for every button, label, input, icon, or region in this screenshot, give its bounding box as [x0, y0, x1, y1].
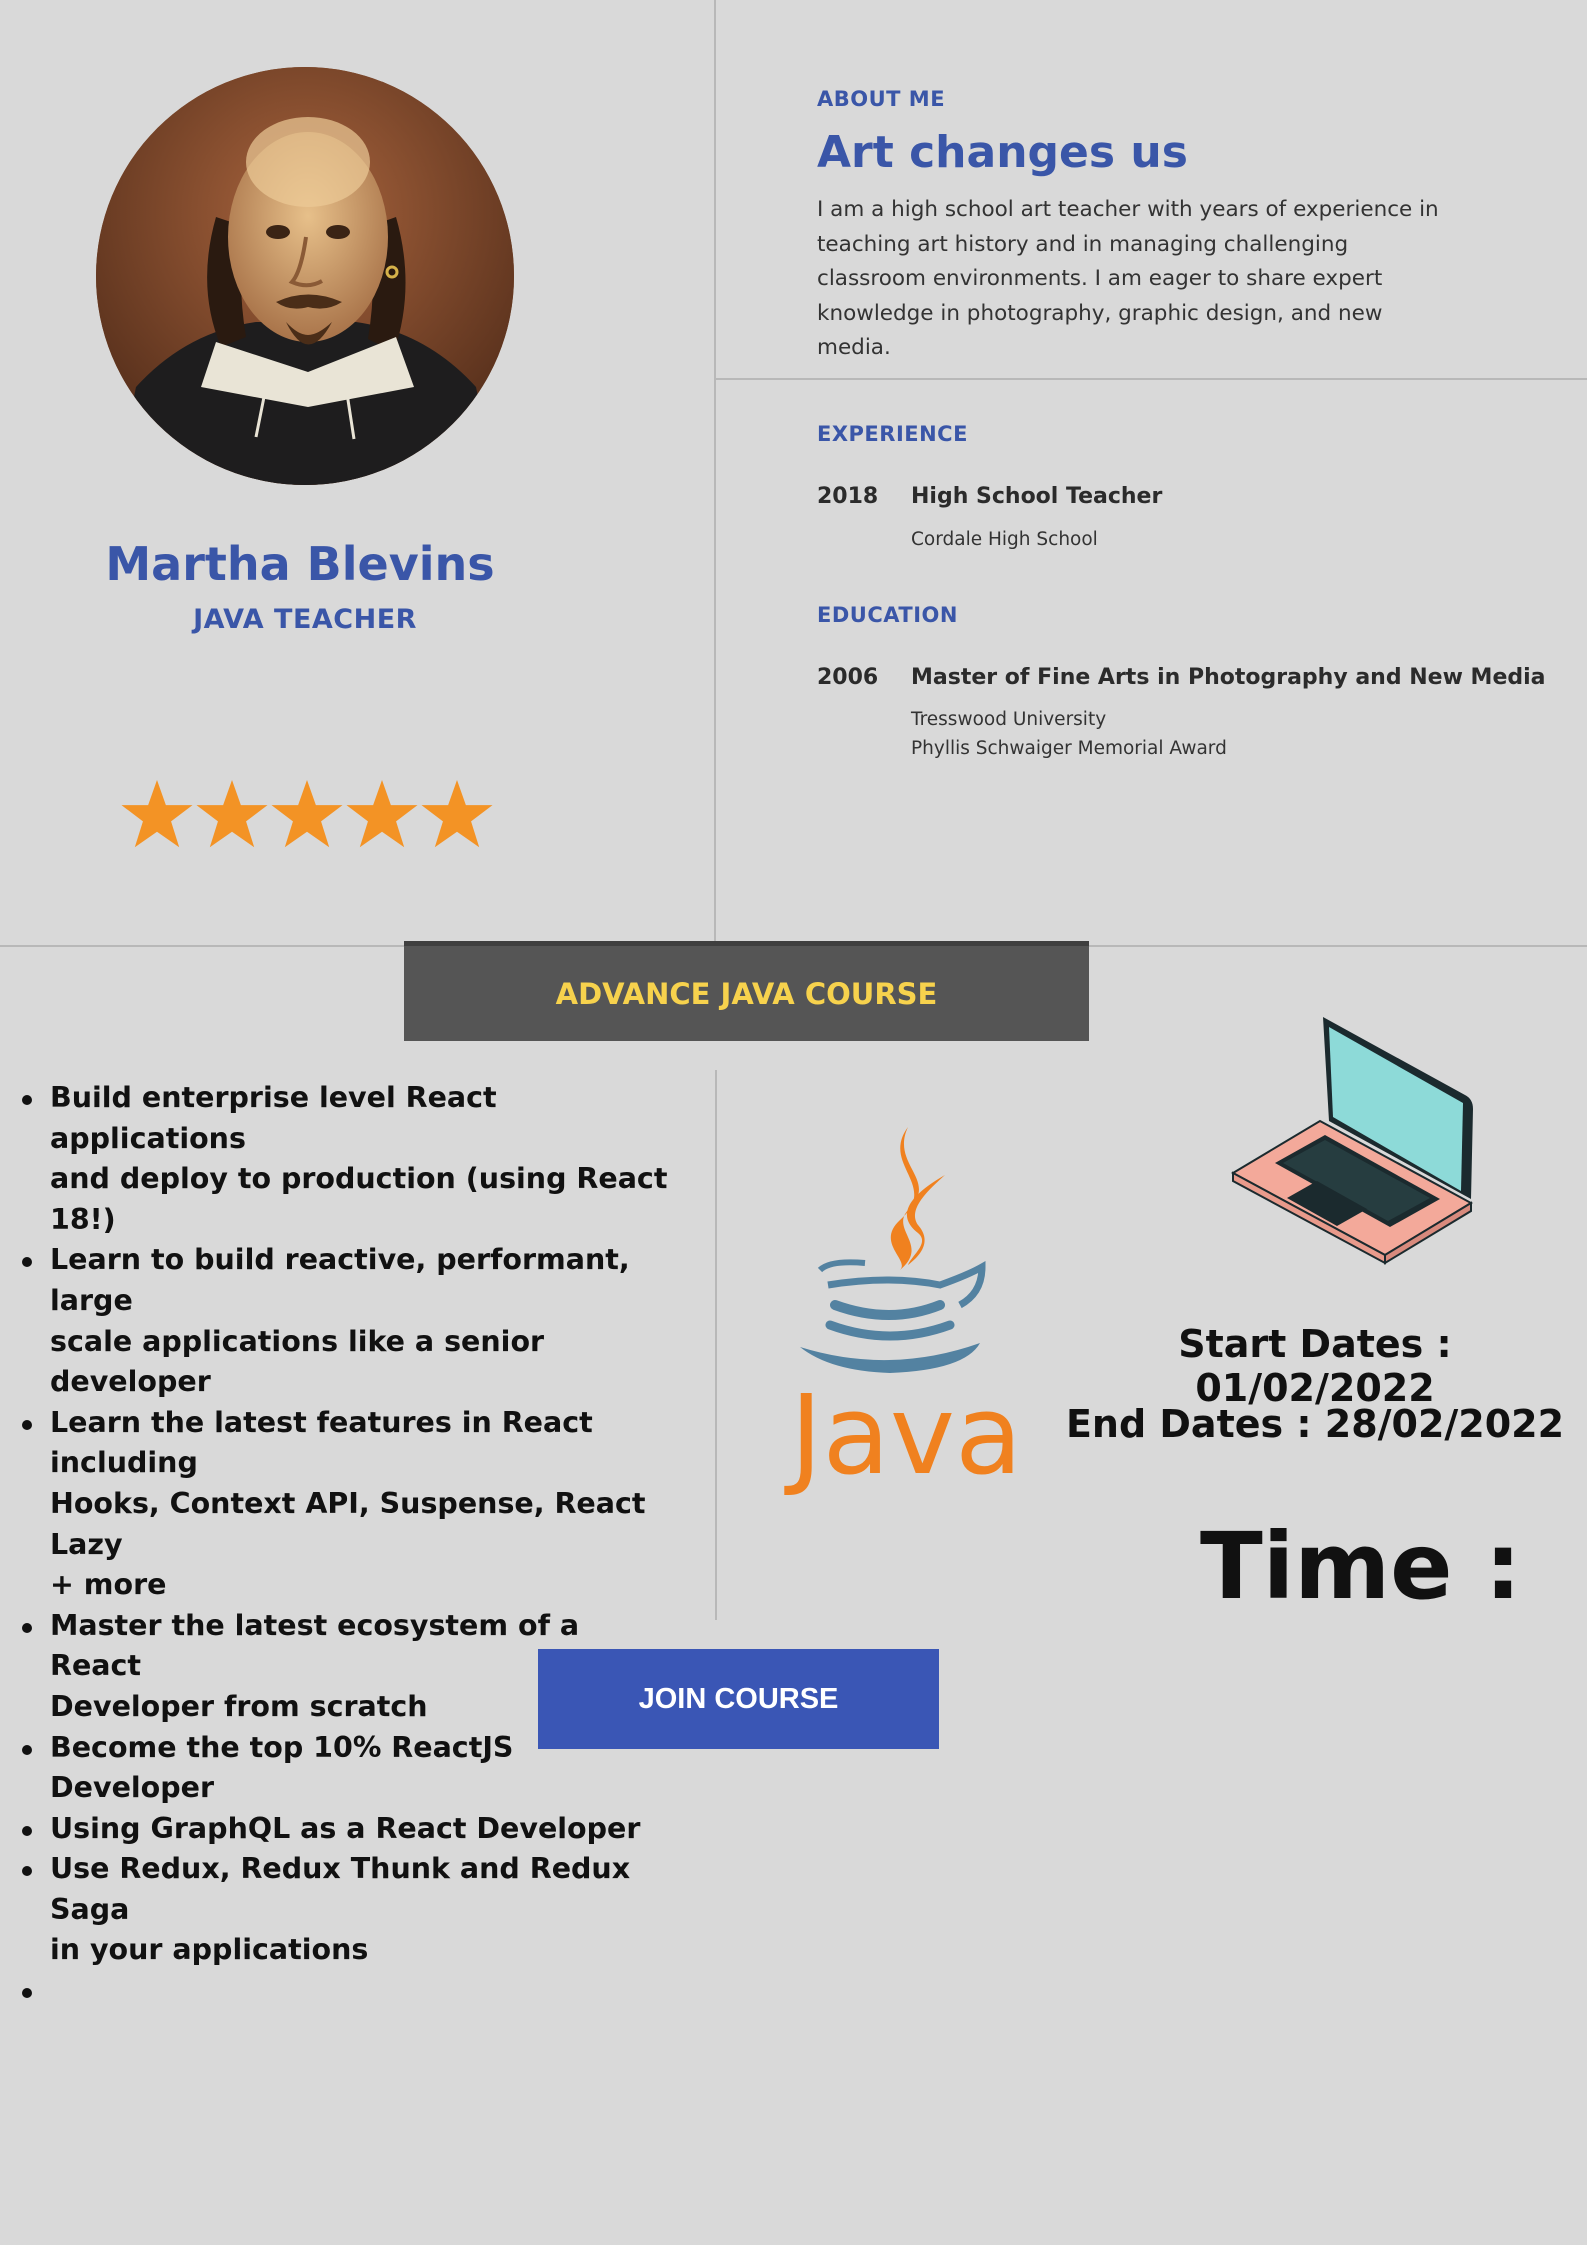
course-feature-line: Hooks, Context API, Suspense, React Lazy [50, 1486, 646, 1561]
education-label: EDUCATION [817, 603, 958, 627]
profile-portrait [96, 67, 514, 485]
education-title: Master of Fine Arts in Photography and N… [911, 665, 1546, 690]
star-icon [121, 779, 193, 848]
star-icon [271, 779, 343, 848]
about-divider [714, 378, 1587, 380]
java-logo-text: Java [790, 1371, 1023, 1499]
education-award: Phyllis Schwaiger Memorial Award [911, 738, 1227, 759]
top-vertical-divider [714, 0, 716, 944]
experience-title: High School Teacher [911, 484, 1163, 509]
end-dates: End Dates : 28/02/2022 [1065, 1402, 1565, 1446]
course-feature-list: Build enterprise level React application… [22, 1078, 672, 2012]
course-feature-line: + more [50, 1568, 167, 1602]
laptop-icon [1225, 1013, 1475, 1268]
course-feature-item: Learn to build reactive, performant, lar… [22, 1240, 672, 1402]
course-feature-line [50, 1971, 672, 2012]
join-course-button[interactable]: JOIN COURSE [538, 1649, 939, 1749]
course-feature-line: Build enterprise level React application… [50, 1081, 497, 1155]
about-text: I am a high school art teacher with year… [817, 197, 1439, 360]
star-icon [421, 779, 493, 848]
star-icon [196, 779, 268, 848]
time-label: Time : [1200, 1513, 1522, 1620]
course-feature-item [22, 1971, 672, 2012]
experience-year: 2018 [817, 484, 879, 509]
course-feature-line: scale applications like a senior develop… [50, 1324, 545, 1399]
profile-role: JAVA TEACHER [193, 604, 417, 635]
course-feature-line: in your applications [50, 1933, 369, 1967]
course-feature-line: and deploy to production (using React 18… [50, 1162, 668, 1236]
rating-stars [120, 777, 494, 851]
start-dates: Start Dates : 01/02/2022 [1178, 1322, 1452, 1410]
profile-name: Martha Blevins [105, 537, 495, 591]
course-feature-item: Use Redux, Redux Thunk and Redux Saga in … [22, 1849, 672, 1971]
experience-label: EXPERIENCE [817, 422, 968, 446]
course-feature-line: Learn the latest features in React inclu… [50, 1405, 593, 1480]
portrait-illustration [96, 67, 514, 485]
about-label: ABOUT ME [817, 87, 946, 111]
about-headline: Art changes us [817, 127, 1188, 178]
course-feature-line: Learn to build reactive, performant, lar… [50, 1243, 630, 1317]
star-icon [346, 779, 418, 848]
course-feature-line: Using GraphQL as a React Developer [50, 1811, 641, 1845]
education-detail: Tresswood University [911, 709, 1107, 730]
course-feature-item: Using GraphQL as a React Developer [22, 1809, 672, 1850]
course-feature-item: Learn the latest features in React inclu… [22, 1403, 672, 1606]
course-feature-item: Build enterprise level React application… [22, 1078, 672, 1240]
experience-detail: Cordale High School [911, 529, 1098, 550]
java-logo: Java [790, 1125, 1023, 1500]
education-year: 2006 [817, 665, 879, 690]
course-banner: ADVANCE JAVA COURSE [404, 941, 1089, 1041]
course-feature-line: Use Redux, Redux Thunk and Redux Saga [50, 1852, 631, 1926]
course-vertical-divider [715, 1070, 717, 1620]
